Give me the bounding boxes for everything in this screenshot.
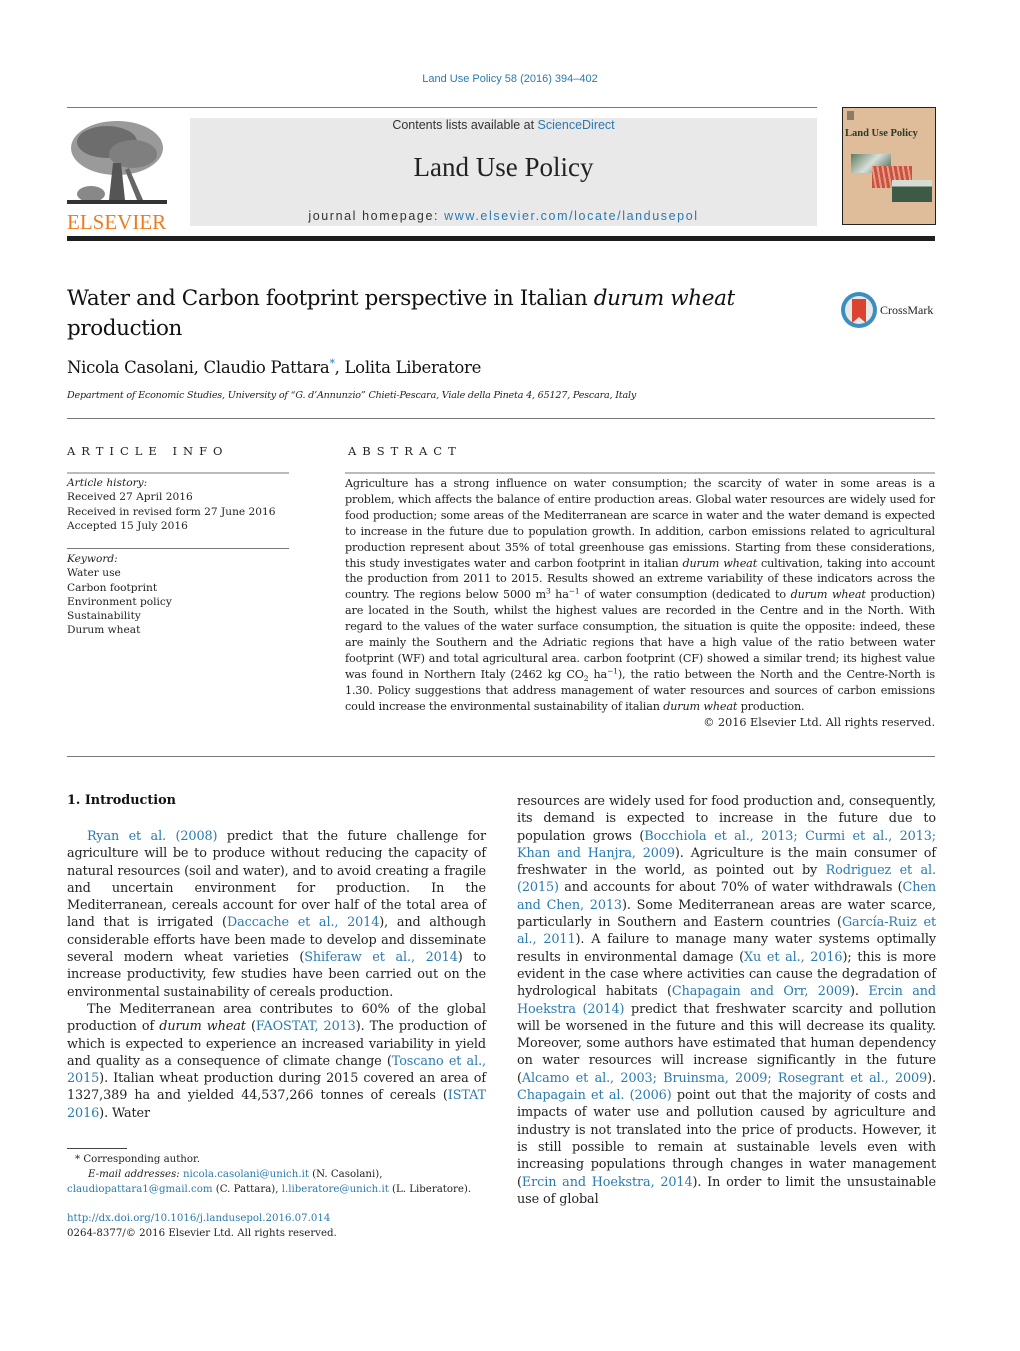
reference-link[interactable]: Daccache et al., 2014 — [227, 915, 379, 930]
history-label: Article history: — [67, 477, 148, 489]
history-item: Received 27 April 2016 — [67, 491, 193, 504]
journal-homepage-link[interactable]: www.elsevier.com/locate/landusepol — [444, 209, 699, 223]
reference-link[interactable]: Ryan et al. (2008) — [87, 829, 218, 844]
reference-link[interactable]: Ercin and Hoekstra, 2014 — [522, 1175, 693, 1190]
section-heading-introduction: 1. Introduction — [67, 793, 176, 808]
body-column-right: resources are widely used for food produ… — [517, 793, 936, 1208]
doi-link[interactable]: http://dx.doi.org/10.1016/j.landusepol.2… — [67, 1213, 330, 1224]
footnote: * Corresponding author. E-mail addresses… — [67, 1152, 497, 1197]
email-line: E-mail addresses: nicola.casolani@unich.… — [88, 1169, 383, 1180]
crossmark-button[interactable]: CrossMark — [840, 291, 940, 331]
elsevier-logo[interactable]: ELSEVIER — [67, 118, 167, 233]
email-link[interactable]: claudiopattara1@gmail.com — [67, 1184, 213, 1195]
journal-cover-thumbnail[interactable]: Land Use Policy — [842, 107, 936, 225]
title-italic: durum wheat — [593, 286, 735, 311]
divider — [67, 418, 935, 419]
email-line: claudiopattara1@gmail.com (C. Pattara), … — [67, 1184, 472, 1195]
divider — [67, 756, 935, 757]
keyword-item: Water use — [67, 567, 121, 580]
reference-link[interactable]: Xu et al., 2016 — [744, 950, 843, 965]
divider — [67, 472, 289, 474]
sciencedirect-link[interactable]: ScienceDirect — [538, 118, 615, 132]
affiliation: Department of Economic Studies, Universi… — [67, 390, 637, 401]
keywords-label: Keyword: — [67, 553, 118, 565]
header-thick-rule — [67, 236, 935, 241]
cover-emblem-icon — [847, 111, 854, 120]
journal-citation-link[interactable]: Land Use Policy 58 (2016) 394–402 — [0, 73, 1020, 85]
title-text-line2: production — [67, 316, 182, 341]
keyword-item: Environment policy — [67, 595, 172, 608]
reference-link[interactable]: FAOSTAT, 2013 — [256, 1019, 356, 1034]
paragraph: resources are widely used for food produ… — [517, 794, 937, 1207]
keyword-item: Carbon footprint — [67, 581, 158, 594]
corresponding-author-note: * Corresponding author. — [75, 1154, 200, 1165]
abstract-text: Agriculture has a strong influence on wa… — [345, 477, 936, 713]
contents-prefix: Contents lists available at — [392, 118, 538, 132]
article-info-heading: ARTICLE INFO — [67, 444, 229, 458]
body-column-left: Ryan et al. (2008) predict that the futu… — [67, 828, 486, 1122]
history-item: Accepted 15 July 2016 — [67, 519, 188, 532]
reference-link[interactable]: Alcamo et al., 2003; Bruinsma, 2009; Ros… — [522, 1071, 927, 1086]
journal-name: Land Use Policy — [413, 152, 594, 182]
cover-photo-3 — [892, 180, 932, 202]
email-link[interactable]: l.liberatore@unich.it — [282, 1184, 389, 1195]
footnote-rule — [67, 1148, 127, 1149]
history-item: Received in revised form 27 June 2016 — [67, 505, 276, 518]
elsevier-tree-icon — [67, 118, 167, 210]
reference-link[interactable]: Shiferaw et al., 2014 — [304, 950, 458, 965]
crossmark-icon — [841, 292, 877, 328]
article-history: Article history: Received 27 April 2016 … — [67, 476, 289, 533]
reference-link[interactable]: Chapagain and Orr, 2009 — [672, 984, 850, 999]
article-title: Water and Carbon footprint perspective i… — [67, 284, 797, 344]
doi-block: http://dx.doi.org/10.1016/j.landusepol.2… — [67, 1211, 337, 1241]
authors: Nicola Casolani, Claudio Pattara*, Lolit… — [67, 357, 481, 377]
header-rule — [67, 107, 817, 108]
elsevier-wordmark: ELSEVIER — [67, 210, 167, 234]
keyword-item: Durum wheat — [67, 624, 141, 637]
homepage-line: journal homepage: www.elsevier.com/locat… — [190, 209, 817, 223]
contents-line: Contents lists available at ScienceDirec… — [190, 118, 817, 132]
paragraph: Ryan et al. (2008) predict that the futu… — [67, 829, 486, 1000]
cover-title: Land Use Policy — [845, 128, 918, 139]
keywords: Keyword: Water use Carbon footprint Envi… — [67, 552, 289, 638]
authors-text-2: , Lolita Liberatore — [334, 358, 482, 377]
abstract-copyright: © 2016 Elsevier Ltd. All rights reserved… — [703, 716, 935, 729]
divider — [67, 548, 289, 549]
issn-copyright: 0264-8377/© 2016 Elsevier Ltd. All right… — [67, 1228, 337, 1239]
authors-text: Nicola Casolani, Claudio Pattara — [67, 358, 330, 377]
email-label: E-mail addresses: — [88, 1169, 183, 1180]
crossmark-label: CrossMark — [880, 303, 934, 317]
paragraph: The Mediterranean area contributes to 60… — [67, 1001, 486, 1121]
divider — [345, 472, 935, 474]
reference-link[interactable]: Chapagain et al. (2006) — [517, 1088, 672, 1103]
journal-banner: Contents lists available at ScienceDirec… — [190, 118, 817, 226]
keyword-item: Sustainability — [67, 610, 141, 623]
homepage-prefix: journal homepage: — [308, 209, 445, 223]
title-text: Water and Carbon footprint perspective i… — [67, 286, 594, 311]
email-link[interactable]: nicola.casolani@unich.it — [183, 1169, 309, 1180]
abstract-heading: ABSTRACT — [348, 444, 462, 458]
